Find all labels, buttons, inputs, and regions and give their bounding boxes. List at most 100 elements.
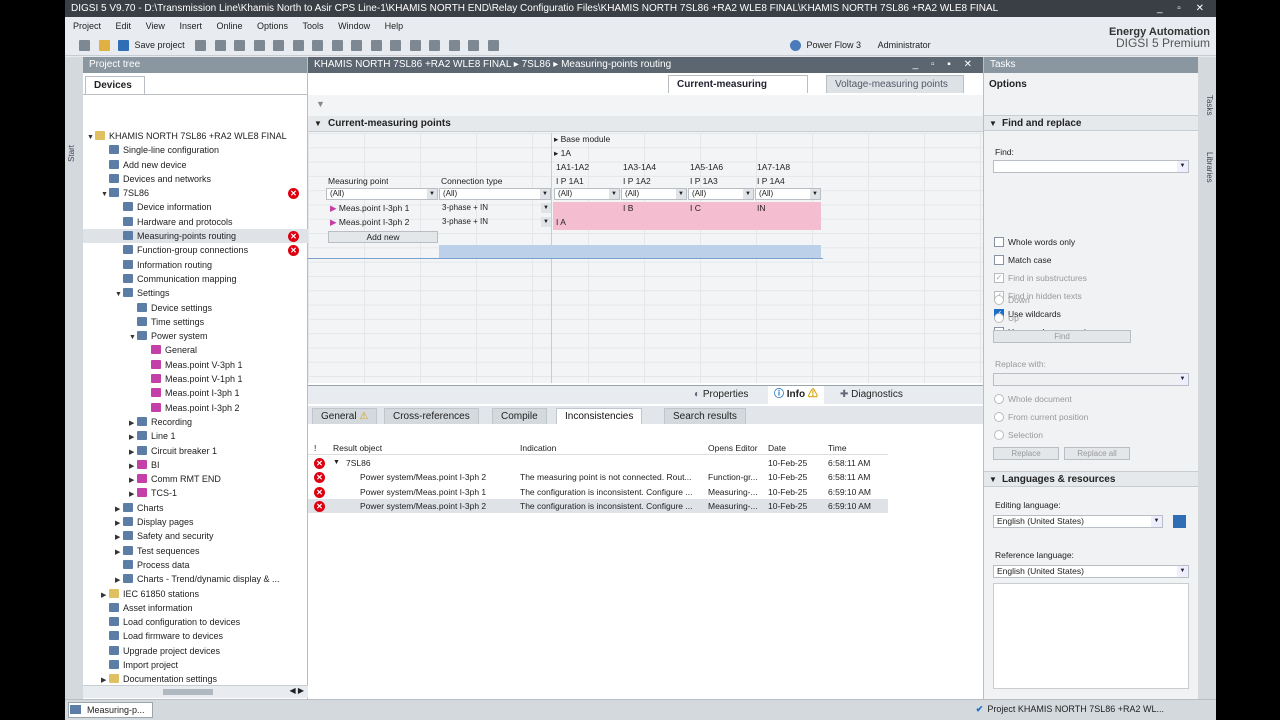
menu-project[interactable]: Project [73,21,101,31]
tree-item[interactable]: ▼ KHAMIS NORTH 7SL86 +RA2 WLE8 FINAL [83,129,308,143]
col-date[interactable]: Date [768,442,786,455]
tree-item[interactable]: Information routing [83,258,308,272]
tree-item[interactable]: ▶ BI [83,458,308,472]
chevron-down-icon[interactable]: ▼ [609,189,619,199]
expanded-arrow-icon[interactable]: ▼ [129,331,137,343]
tree-item[interactable]: ▶ Recording [83,415,308,429]
tree-item[interactable]: General [83,343,308,357]
tree-item[interactable]: Time settings [83,315,308,329]
expanded-arrow-icon[interactable]: ▼ [87,131,95,143]
chevron-down-icon[interactable]: ▼ [810,189,820,199]
tree-item[interactable]: Function-group connections ✕ [83,243,308,257]
collapsed-arrow-icon[interactable]: ▶ [129,460,137,472]
replace-all-button[interactable]: Replace all [1064,447,1130,460]
tree-item[interactable]: Measuring-points routing ✕ [83,229,308,244]
chevron-down-icon[interactable]: ▼ [540,189,550,199]
save-icon[interactable] [118,40,130,51]
col-opens-editor[interactable]: Opens Editor [708,442,758,455]
tree-item[interactable]: Load firmware to devices [83,629,308,643]
tree-item[interactable]: ▶ IEC 61850 stations [83,587,308,601]
collapse-arrow-icon[interactable]: ▼ [314,116,322,132]
filter-measuring-point[interactable]: (All) ▼ [326,188,438,200]
expanded-arrow-icon[interactable]: ▼ [101,188,109,200]
menu-insert[interactable]: Insert [179,21,202,31]
tab-current-measuring-points[interactable]: Current-measuring points [668,75,808,108]
current-measuring-points-header[interactable]: ▼ Current-measuring points [308,116,983,132]
inconsistency-row[interactable]: ✕ Power system/Meas.point I-3ph 2 The conf… [308,498,888,514]
chevron-down-icon[interactable]: ▼ [676,189,686,199]
routing-cell[interactable]: IN [757,202,819,215]
expand-arrow-icon[interactable]: ▼ [333,456,340,470]
find-input[interactable]: ▼ [993,160,1189,173]
chevron-down-icon[interactable]: ▼ [1177,161,1188,172]
tree-hscroll-arrows[interactable]: ◀ ▶ [289,686,304,695]
collapsed-arrow-icon[interactable]: ▶ [115,517,123,529]
go-online-icon[interactable] [370,40,382,51]
delete-icon[interactable] [273,40,285,51]
collapsed-arrow-icon[interactable]: ▶ [129,446,137,458]
editing-language-select[interactable]: English (United States) ▼ [993,515,1163,528]
test-icon[interactable] [448,40,460,51]
tree-hscrollbar[interactable]: ◀ ▶ [83,685,308,698]
tree-item[interactable]: Communication mapping [83,272,308,286]
filter-col-2[interactable]: (All) ▼ [621,188,687,200]
properties-tab[interactable]: ◐ Properties [688,386,754,404]
radio-whole-document[interactable] [994,394,1004,404]
checkbox[interactable] [994,255,1004,265]
base-module-label[interactable]: ▸ Base module [554,133,610,146]
menu-online[interactable]: Online [216,21,242,31]
filter-col-3[interactable]: (All) ▼ [688,188,754,200]
tree-item[interactable]: ▶ Charts - Trend/dynamic display & ... [83,572,308,586]
paste-icon[interactable] [253,40,265,51]
tree-item[interactable]: ▼ Settings [83,286,308,300]
tree-item[interactable]: Single-line configuration [83,143,308,157]
window-split-v-icon[interactable] [429,40,441,51]
tab-compile[interactable]: Compile [492,408,547,424]
sequence-icon[interactable] [487,40,499,51]
expanded-arrow-icon[interactable]: ▼ [115,288,123,300]
tasks-side-tab[interactable]: Tasks [1200,95,1214,115]
tree-item[interactable]: Meas.point V-1ph 1 [83,372,308,386]
tree-item[interactable]: Meas.point I-3ph 2 [83,401,308,415]
language-settings-icon[interactable] [1173,515,1186,528]
window-controls[interactable]: _ ▫ ✕ [1157,0,1210,17]
tree-item[interactable]: Hardware and protocols [83,215,308,229]
collapsed-arrow-icon[interactable]: ▶ [115,574,123,586]
col-time[interactable]: Time [828,442,847,455]
tree-item[interactable]: ▼ 7SL86 ✕ [83,186,308,200]
go-offline-icon[interactable] [390,40,402,51]
checkbox[interactable] [994,237,1004,247]
measuring-point-cell[interactable]: ▶ Meas.point I-3ph 2 [330,216,409,229]
window-split-icon[interactable] [409,40,421,51]
chevron-down-icon[interactable]: ▼ [541,217,551,227]
devices-tab[interactable]: Devices [85,76,145,94]
tab-search-results[interactable]: Search results [664,408,746,424]
collapsed-arrow-icon[interactable]: ▶ [129,417,137,429]
col-result-object[interactable]: Result object [333,442,382,455]
collapsed-arrow-icon[interactable]: ▶ [129,488,137,500]
tab-voltage-measuring-points[interactable]: Voltage-measuring points [826,75,964,93]
simulate-icon[interactable] [468,40,480,51]
reference-text-area[interactable] [993,583,1189,689]
tab-cross-references[interactable]: Cross-references [384,408,479,424]
collapsed-arrow-icon[interactable]: ▶ [129,431,137,443]
cut-icon[interactable] [214,40,226,51]
tree-item[interactable]: ▶ Comm RMT END [83,472,308,486]
tree-item[interactable]: Asset information [83,601,308,615]
measuring-point-cell[interactable]: ▶ Meas.point I-3ph 1 [330,202,409,215]
menu-tools[interactable]: Tools [303,21,324,31]
editor-window-controls[interactable]: _ ▫ ▪ ✕ [913,57,977,73]
tree-item[interactable]: Meas.point I-3ph 1 [83,386,308,400]
power-flow-label[interactable]: Power Flow 3 [807,40,862,50]
replace-button[interactable]: Replace [993,447,1059,460]
load-icon[interactable] [351,40,363,51]
inconsistency-row[interactable]: ✕ Power system/Meas.point I-3ph 2 The meas… [308,470,888,484]
collapsed-arrow-icon[interactable]: ▶ [115,531,123,543]
checkbox[interactable]: ✓ [994,273,1004,283]
radio-from-current[interactable] [994,412,1004,422]
filter-connection-type[interactable]: (All) ▼ [439,188,551,200]
menu-window[interactable]: Window [338,21,370,31]
menu-options[interactable]: Options [257,21,288,31]
new-project-icon[interactable] [79,40,90,51]
filter-col-4[interactable]: (All) ▼ [755,188,821,200]
